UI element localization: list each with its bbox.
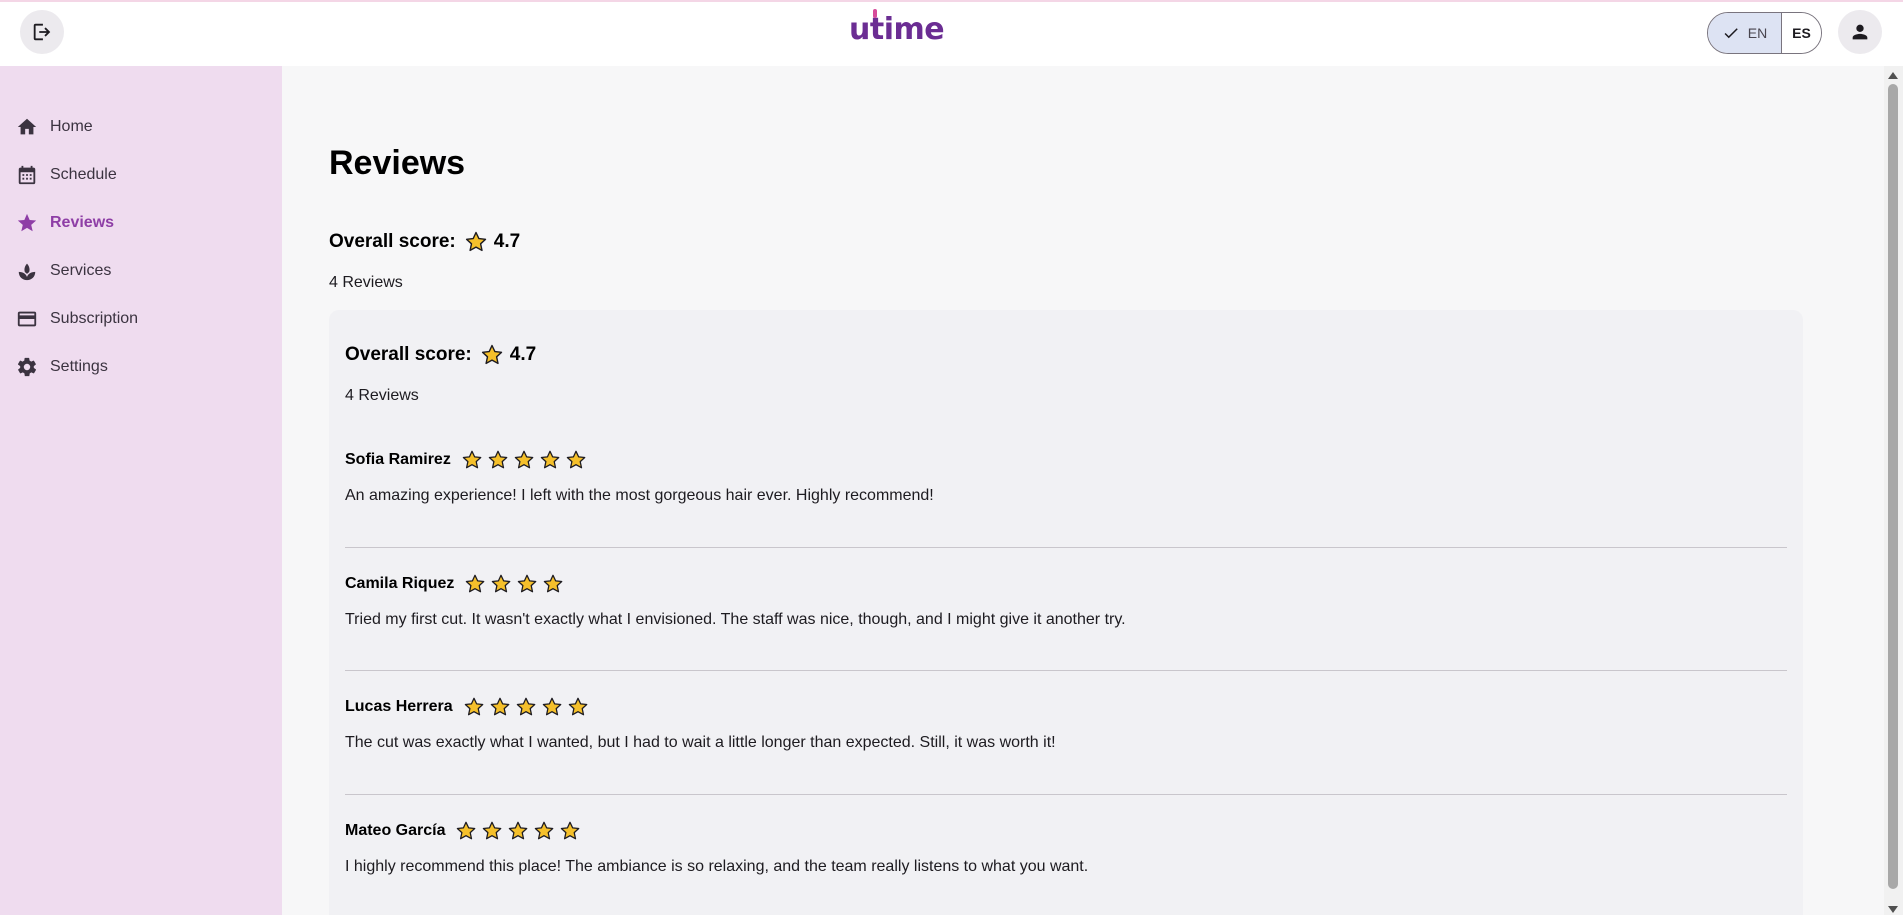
scroll-thumb[interactable]: [1888, 84, 1898, 889]
star-icon: [568, 697, 587, 716]
review-divider: [345, 547, 1787, 548]
overall-score-label: Overall score:: [329, 231, 456, 252]
star-icon: [540, 450, 560, 469]
sidebar-item-label: Services: [50, 262, 112, 279]
star-icon: [518, 574, 537, 593]
star-icon: [509, 821, 528, 840]
gear-icon: [16, 356, 38, 378]
sidebar-item-reviews[interactable]: Reviews: [16, 208, 266, 238]
star-rating: [461, 449, 587, 471]
star-icon: [544, 574, 563, 593]
sidebar-item-home[interactable]: Home: [16, 112, 266, 142]
star-icon: [16, 212, 38, 234]
reviewer-name: Sofia Ramirez: [345, 451, 451, 468]
review-text: Tried my first cut. It wasn't exactly wh…: [345, 611, 1126, 628]
sidebar-item-schedule[interactable]: Schedule: [16, 160, 266, 190]
star-icon: [490, 697, 509, 716]
vertical-scrollbar[interactable]: [1884, 66, 1903, 915]
review-item: Lucas Herrera The cut was exactly what I…: [345, 693, 1787, 752]
star-icon: [492, 574, 511, 593]
card-overall-score-label: Overall score:: [345, 344, 472, 365]
sidebar-item-services[interactable]: Services: [16, 256, 266, 286]
sidebar-item-label: Home: [50, 118, 93, 135]
overall-score-value: 4.7: [493, 231, 521, 252]
star-icon: [535, 821, 554, 840]
reviewer-name: Lucas Herrera: [345, 698, 453, 715]
star-icon: [457, 821, 476, 840]
review-text: An amazing experience! I left with the m…: [345, 487, 934, 504]
review-count: 4 Reviews: [329, 274, 403, 291]
card-review-count: 4 Reviews: [345, 387, 419, 404]
profile-button[interactable]: [1838, 10, 1882, 54]
card-icon: [16, 308, 38, 330]
star-icon: [483, 821, 502, 840]
star-rating: [455, 820, 581, 842]
language-es-button[interactable]: ES: [1781, 13, 1821, 53]
sidebar-item-settings[interactable]: Settings: [16, 352, 266, 382]
main-content: Reviews Overall score: 4.7 4 Reviews Ove…: [282, 66, 1884, 915]
home-icon: [16, 116, 38, 138]
star-rating: [463, 696, 589, 718]
reviews-card: Overall score: 4.7 4 Reviews Sofia Ramir…: [329, 310, 1803, 915]
review-item: Mateo García I highly recommend this pla…: [345, 817, 1787, 876]
sidebar-item-label: Settings: [50, 358, 108, 375]
star-icon: [464, 697, 483, 716]
language-es-label: ES: [1792, 25, 1811, 41]
star-icon: [542, 697, 561, 716]
language-en-button[interactable]: EN: [1708, 13, 1781, 53]
page-title: Reviews: [329, 144, 466, 182]
calendar-icon: [16, 164, 38, 186]
star-icon: [466, 574, 485, 593]
logo-text-ime: ime: [883, 12, 945, 47]
star-icon: [566, 450, 586, 469]
review-divider: [345, 670, 1787, 671]
check-icon: [1724, 28, 1738, 39]
reviewer-name: Camila Riquez: [345, 575, 455, 592]
star-icon: [465, 231, 486, 252]
logo-text-u: u: [849, 12, 870, 47]
person-icon: [1852, 24, 1868, 40]
star-icon: [514, 450, 534, 469]
star-icon: [488, 450, 508, 469]
sidebar: Home Schedule Reviews Services Subscript…: [0, 66, 282, 915]
logout-icon: [33, 23, 51, 41]
sidebar-item-label: Subscription: [50, 310, 139, 327]
sidebar-item-label: Reviews: [50, 214, 115, 231]
review-item: Camila Riquez Tried my first cut. It was…: [345, 570, 1787, 629]
review-text: The cut was exactly what I wanted, but I…: [345, 734, 1056, 751]
app-header: u t ime EN ES: [0, 2, 1903, 66]
star-icon: [516, 697, 535, 716]
star-icon: [462, 450, 482, 469]
review-item: Sofia Ramirez An amazing experience! I l…: [345, 446, 1787, 505]
language-en-label: EN: [1747, 25, 1768, 41]
language-toggle: EN ES: [1707, 12, 1822, 54]
star-rating: [464, 573, 564, 595]
sidebar-item-subscription[interactable]: Subscription: [16, 304, 266, 334]
reviewer-name: Mateo García: [345, 822, 446, 839]
card-overall-score-value: 4.7: [509, 344, 537, 365]
card-overall-score: Overall score: 4.7: [345, 343, 536, 367]
scroll-up-arrow[interactable]: [1888, 72, 1898, 79]
logout-button[interactable]: [20, 10, 64, 54]
overall-score: Overall score: 4.7: [329, 230, 520, 254]
logo-text-t: t: [869, 9, 884, 47]
star-icon: [561, 821, 580, 840]
app-logo[interactable]: u t ime: [849, 9, 945, 52]
star-icon: [481, 344, 502, 365]
scroll-down-arrow[interactable]: [1888, 906, 1898, 913]
spa-icon: [16, 260, 38, 282]
review-text: I highly recommend this place! The ambia…: [345, 858, 1089, 875]
sidebar-item-label: Schedule: [50, 166, 117, 183]
review-divider: [345, 794, 1787, 795]
